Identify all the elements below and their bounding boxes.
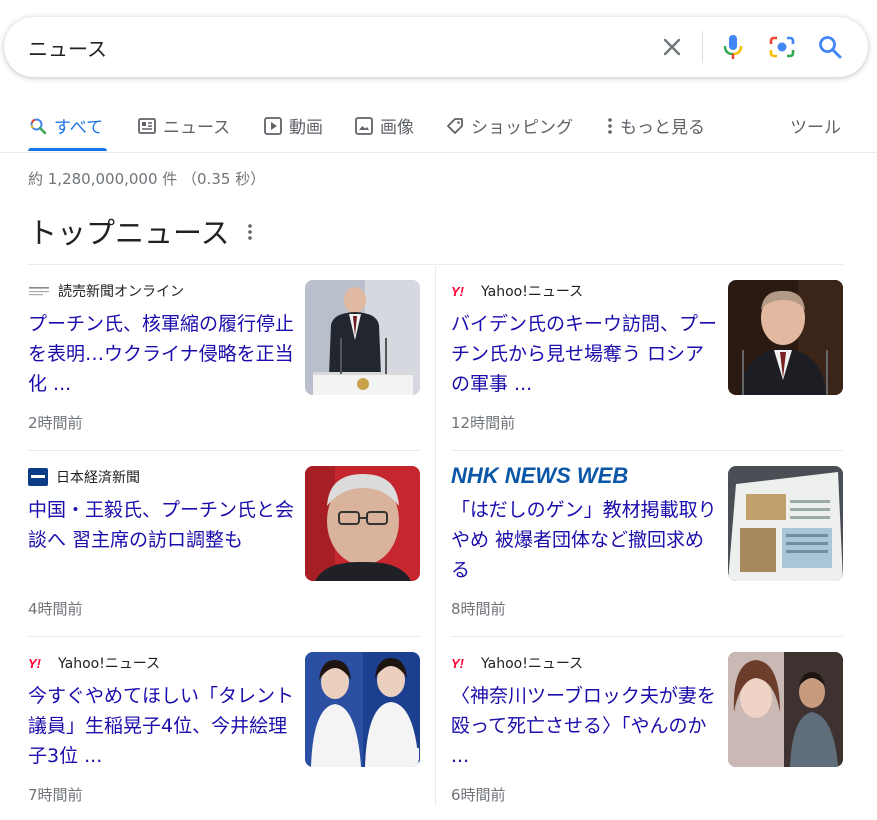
- news-headline[interactable]: 今すぐやめてほしい「タレント議員」生稲晃子4位、今井絵理子3位 ...: [28, 681, 294, 771]
- yahoo-logo: Y!: [451, 656, 473, 670]
- microphone-icon[interactable]: [719, 33, 747, 61]
- more-vert-icon[interactable]: [240, 218, 260, 246]
- tab-videos[interactable]: 動画: [263, 113, 323, 138]
- svg-text:Y!: Y!: [451, 284, 465, 298]
- news-time: 2時間前: [28, 414, 83, 432]
- search-tabs: すべて ニュース 動画 画像 ショッピング もっと見る ツール: [28, 100, 848, 152]
- news-time: 8時間前: [451, 600, 506, 618]
- news-thumbnail[interactable]: [728, 280, 843, 395]
- news-source: Y! Yahoo!ニュース: [451, 280, 583, 302]
- search-bar: [4, 17, 868, 77]
- news-source: NHK NEWS WEB: [451, 463, 651, 490]
- tab-images[interactable]: 画像: [354, 113, 414, 138]
- tab-label: ショッピング: [471, 118, 573, 138]
- section-divider: [28, 264, 843, 265]
- tab-label: ニュース: [163, 118, 231, 138]
- more-vert-icon: [604, 116, 616, 136]
- news-time: 6時間前: [451, 786, 506, 804]
- yahoo-logo: Y!: [28, 656, 50, 670]
- yomiuri-logo: [28, 284, 50, 298]
- news-card[interactable]: Y! Yahoo!ニュース 〈神奈川ツーブロック夫が妻を殴って死亡させる〉「やん…: [451, 638, 843, 820]
- tools-button[interactable]: ツール: [790, 113, 841, 138]
- news-thumbnail[interactable]: [728, 652, 843, 767]
- tabs-divider: [0, 152, 877, 153]
- tab-shopping[interactable]: ショッピング: [445, 113, 573, 138]
- result-stats: 約 1,280,000,000 件 （0.35 秒）: [28, 170, 266, 188]
- card-divider: [28, 450, 420, 451]
- tag-icon: [445, 116, 465, 136]
- tab-more[interactable]: もっと見る: [604, 113, 705, 138]
- news-source-name: 読売新聞オンライン: [58, 284, 184, 300]
- news-source-name: 日本経済新聞: [56, 470, 140, 486]
- tools-label: ツール: [790, 118, 841, 138]
- news-headline[interactable]: 中国・王毅氏、プーチン氏と会談へ 習主席の訪ロ調整も: [28, 495, 294, 555]
- yahoo-logo: Y!: [451, 284, 473, 298]
- play-icon: [263, 116, 283, 136]
- news-source: 日本経済新聞: [28, 466, 140, 488]
- search-divider: [702, 31, 703, 63]
- news-source-name: Yahoo!ニュース: [481, 284, 584, 300]
- search-icon[interactable]: [816, 33, 844, 61]
- news-source: Y! Yahoo!ニュース: [451, 652, 583, 674]
- tab-all[interactable]: すべて: [28, 113, 103, 138]
- card-divider: [28, 636, 420, 637]
- news-headline[interactable]: バイデン氏のキーウ訪問、プーチン氏から見せ場奪う ロシアの軍事 ...: [451, 309, 717, 399]
- search-input[interactable]: [28, 31, 628, 63]
- news-icon: [137, 116, 157, 136]
- image-icon: [354, 116, 374, 136]
- tab-label: 画像: [380, 118, 414, 138]
- column-divider: [435, 266, 436, 806]
- news-card[interactable]: Y! Yahoo!ニュース バイデン氏のキーウ訪問、プーチン氏から見せ場奪う ロ…: [451, 266, 843, 452]
- card-divider: [451, 636, 843, 637]
- news-thumbnail[interactable]: [305, 466, 420, 581]
- nhk-logo-text: NHK NEWS WEB: [451, 464, 628, 486]
- camera-lens-icon[interactable]: [768, 33, 796, 61]
- news-source-name: Yahoo!ニュース: [58, 656, 161, 672]
- tab-label: 動画: [289, 118, 323, 138]
- news-time: 12時間前: [451, 414, 516, 432]
- nikkei-logo: [28, 468, 48, 486]
- active-tab-indicator: [28, 148, 107, 151]
- search-icon: [28, 116, 48, 136]
- svg-text:Y!: Y!: [451, 656, 465, 670]
- news-card[interactable]: 読売新聞オンライン プーチン氏、核軍縮の履行停止を表明…ウクライナ侵略を正当化 …: [28, 266, 420, 452]
- nhk-logo: NHK NEWS WEB: [451, 463, 651, 490]
- news-card[interactable]: Y! Yahoo!ニュース 今すぐやめてほしい「タレント議員」生稲晃子4位、今井…: [28, 638, 420, 820]
- news-headline[interactable]: プーチン氏、核軍縮の履行停止を表明…ウクライナ侵略を正当化 ...: [28, 309, 294, 399]
- news-card[interactable]: NHK NEWS WEB 「はだしのゲン」教材掲載取りやめ 被爆者団体など撤回求…: [451, 452, 843, 638]
- news-thumbnail[interactable]: [305, 652, 420, 767]
- news-source: 読売新聞オンライン: [28, 280, 184, 302]
- card-divider: [451, 450, 843, 451]
- news-thumbnail[interactable]: [728, 466, 843, 581]
- news-headline[interactable]: 〈神奈川ツーブロック夫が妻を殴って死亡させる〉「やんのか ...: [451, 681, 717, 771]
- news-time: 4時間前: [28, 600, 83, 618]
- clear-icon[interactable]: [658, 33, 686, 61]
- news-source-name: Yahoo!ニュース: [481, 656, 584, 672]
- tab-label: すべて: [54, 118, 104, 138]
- news-time: 7時間前: [28, 786, 83, 804]
- news-source: Y! Yahoo!ニュース: [28, 652, 160, 674]
- news-headline[interactable]: 「はだしのゲン」教材掲載取りやめ 被爆者団体など撤回求める: [451, 495, 717, 585]
- tab-label: もっと見る: [620, 118, 705, 138]
- news-card[interactable]: 日本経済新聞 中国・王毅氏、プーチン氏と会談へ 習主席の訪ロ調整も 4時間前: [28, 452, 420, 638]
- section-title: トップニュース: [28, 216, 230, 250]
- tab-news[interactable]: ニュース: [137, 113, 230, 138]
- news-thumbnail[interactable]: [305, 280, 420, 395]
- svg-text:Y!: Y!: [28, 656, 42, 670]
